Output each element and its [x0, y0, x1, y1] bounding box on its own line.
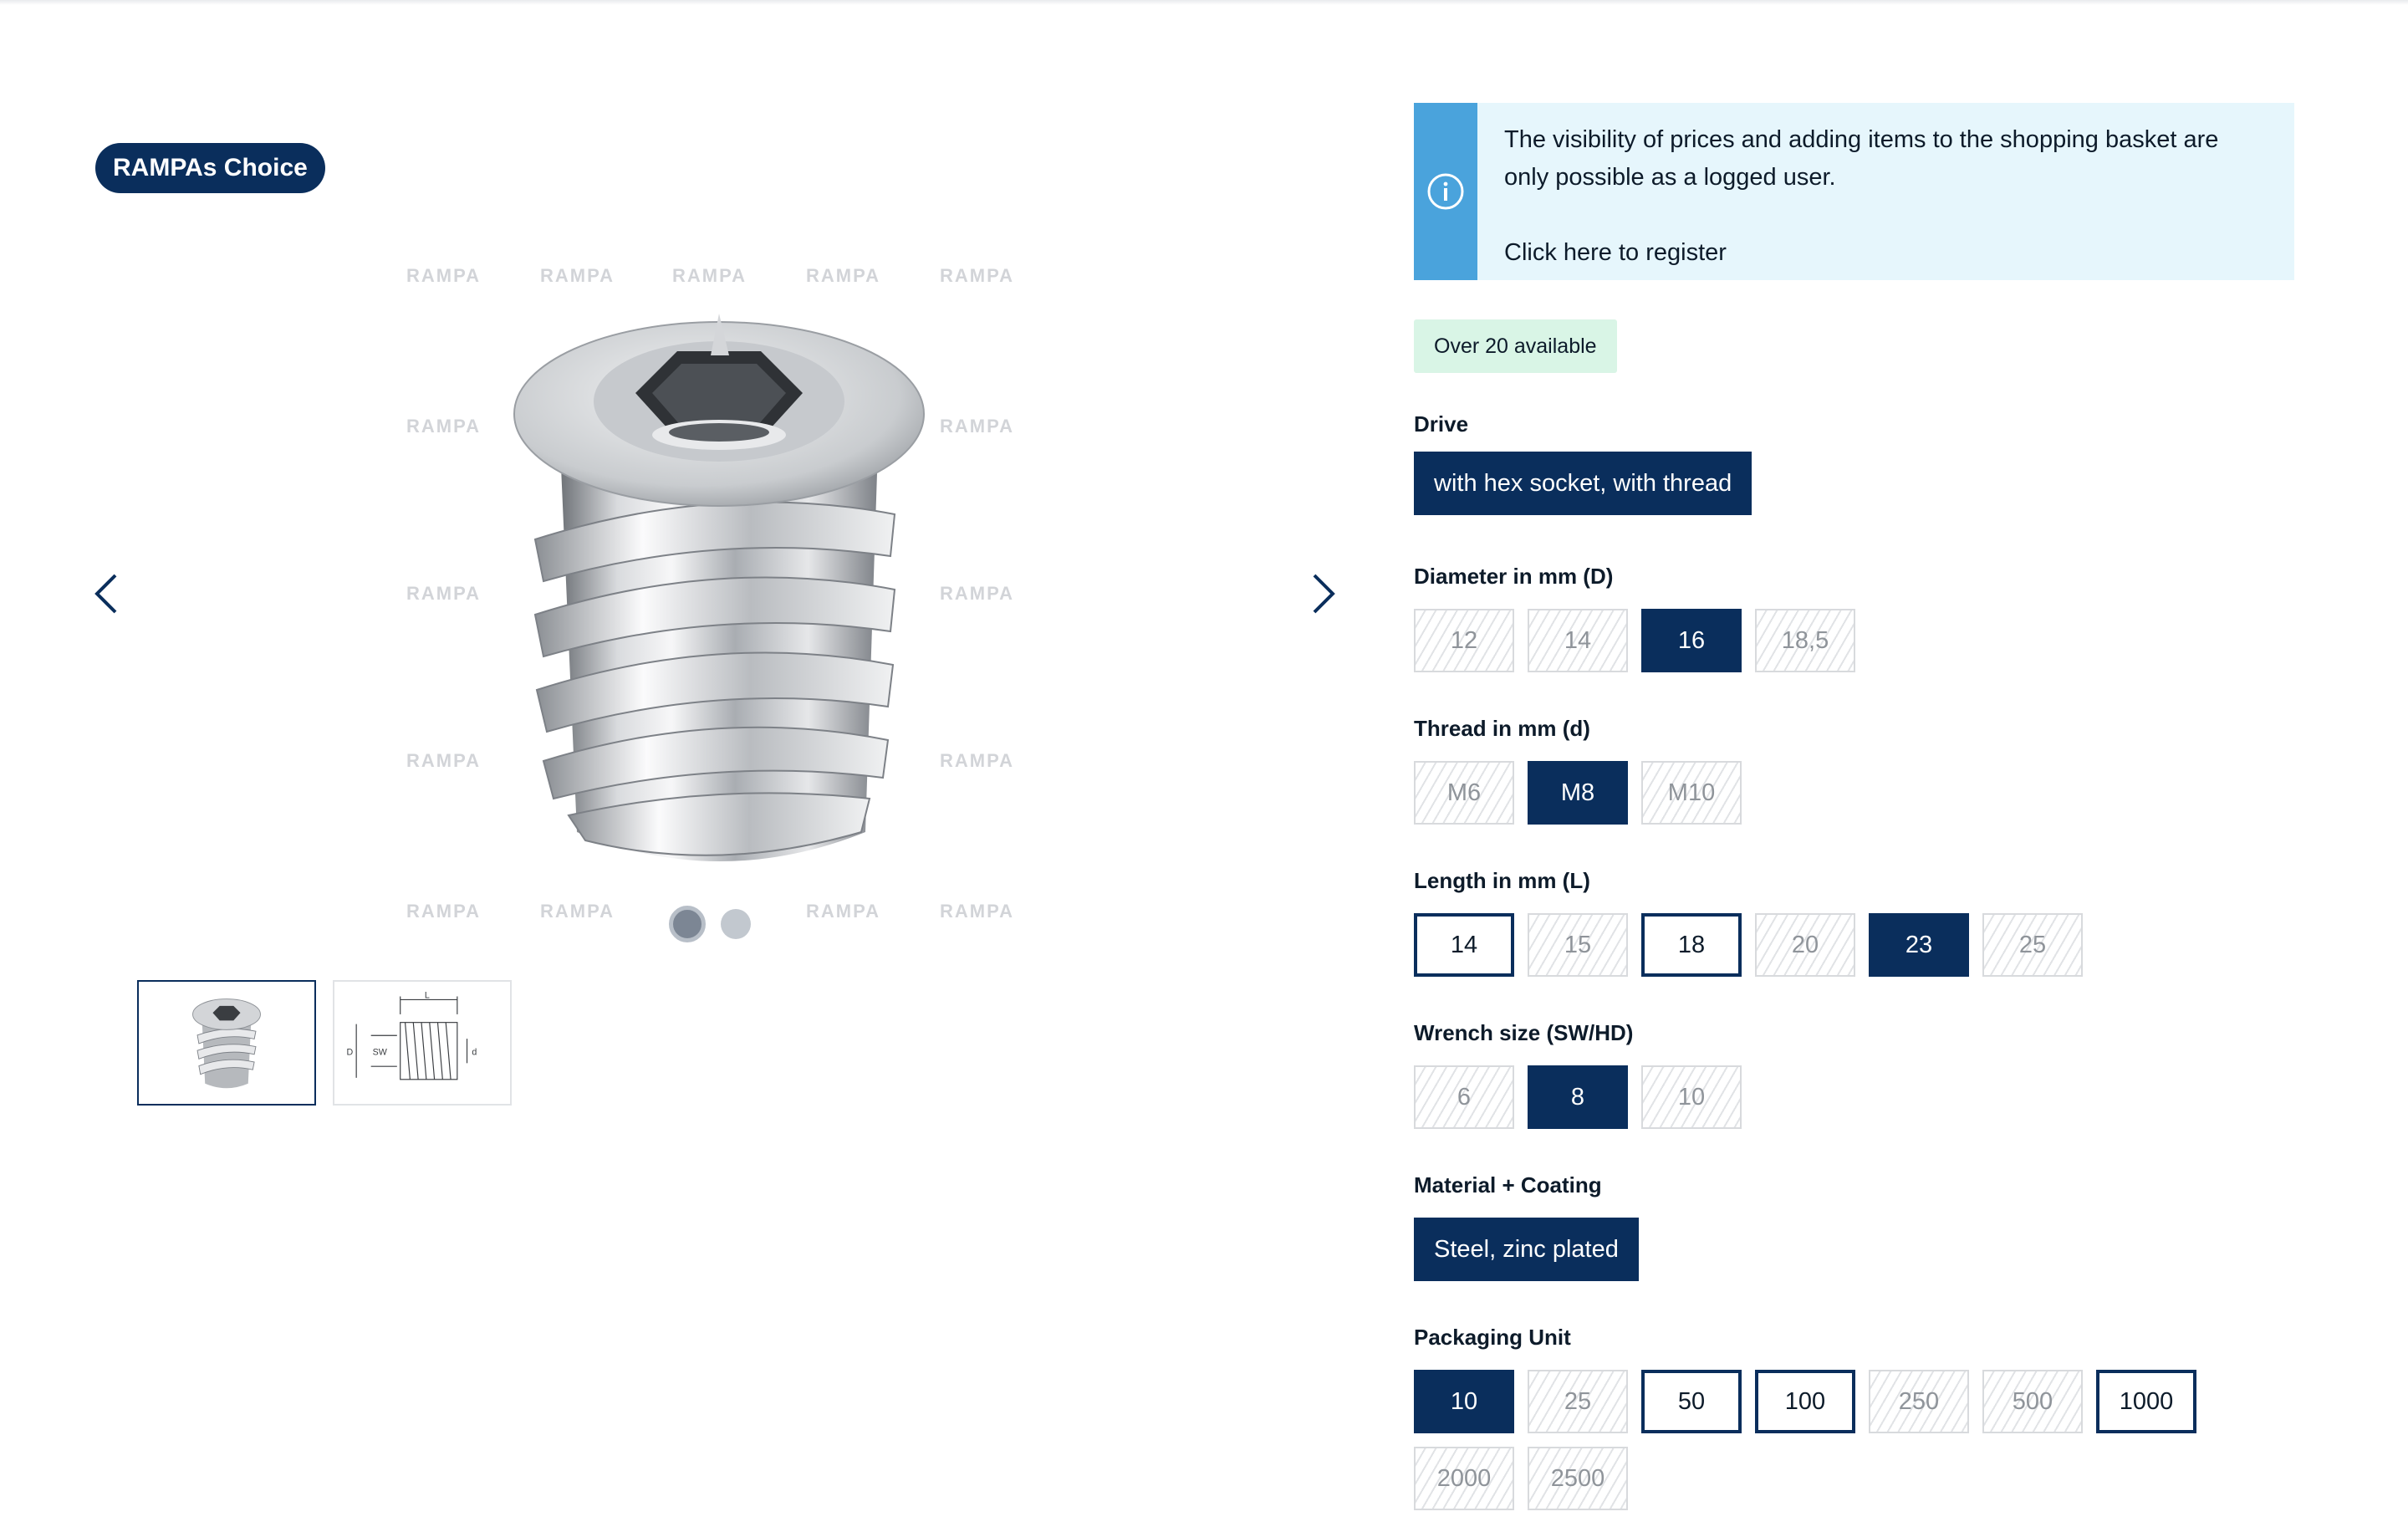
- dimension-label-l: L: [425, 990, 430, 1000]
- wrench-size-label: Wrench size (SW/HD): [1414, 1020, 1634, 1045]
- diameter-option[interactable]: 18,5: [1755, 609, 1855, 672]
- drive-label: Drive: [1414, 411, 1469, 437]
- diameter-option-group: Diameter in mm (D) 12 14 16 18,5: [1414, 564, 2250, 672]
- chevron-left-icon: [94, 574, 117, 614]
- packaging-option-group: Packaging Unit 10 25 50 100 250 500 1000…: [1414, 1325, 2250, 1510]
- thumbnail-photo[interactable]: [137, 980, 316, 1106]
- watermark: RAMPA: [406, 583, 482, 604]
- diameter-option[interactable]: 14: [1528, 609, 1628, 672]
- watermark: RAMPA: [940, 901, 1015, 922]
- thread-option[interactable]: M10: [1641, 761, 1742, 825]
- wrench-size-option[interactable]: 10: [1641, 1065, 1742, 1129]
- wrench-size-option-selected[interactable]: 8: [1528, 1065, 1628, 1129]
- packaging-option[interactable]: 1000: [2096, 1370, 2196, 1433]
- diameter-label: Diameter in mm (D): [1414, 564, 1614, 589]
- watermark: RAMPA: [806, 901, 881, 922]
- material-option-steel[interactable]: Steel, zinc plated: [1414, 1218, 1639, 1281]
- watermark: RAMPA: [540, 901, 615, 922]
- length-option[interactable]: 25: [1982, 913, 2083, 977]
- watermark: RAMPA: [406, 901, 482, 922]
- threaded-insert-illustration: [510, 289, 928, 891]
- length-option[interactable]: 14: [1414, 913, 1514, 977]
- packaging-option[interactable]: 50: [1641, 1370, 1742, 1433]
- watermark: RAMPA: [672, 265, 747, 286]
- watermark: RAMPA: [540, 265, 615, 286]
- watermark: RAMPA: [406, 265, 482, 286]
- length-option-selected[interactable]: 23: [1869, 913, 1969, 977]
- product-image: RAMPA RAMPA RAMPA RAMPA RAMPA RAMPA RAMP…: [401, 255, 1037, 924]
- gallery-next-button[interactable]: [1296, 569, 1346, 619]
- packaging-option[interactable]: 25: [1528, 1370, 1628, 1433]
- gallery-prev-button[interactable]: [84, 569, 134, 619]
- watermark: RAMPA: [940, 416, 1015, 437]
- thread-label: Thread in mm (d): [1414, 716, 1590, 741]
- info-icon: [1427, 173, 1464, 210]
- thread-option[interactable]: M6: [1414, 761, 1514, 825]
- thread-option-selected[interactable]: M8: [1528, 761, 1628, 825]
- packaging-option[interactable]: 2500: [1528, 1447, 1628, 1510]
- thumbnail-strip: L D SW d: [137, 980, 512, 1106]
- packaging-option[interactable]: 100: [1755, 1370, 1855, 1433]
- diameter-option[interactable]: 12: [1414, 609, 1514, 672]
- material-label: Material + Coating: [1414, 1172, 1602, 1198]
- register-link[interactable]: Click here to register: [1504, 234, 1727, 272]
- length-option[interactable]: 15: [1528, 913, 1628, 977]
- watermark: RAMPA: [940, 583, 1015, 604]
- length-option[interactable]: 20: [1755, 913, 1855, 977]
- packaging-option[interactable]: 500: [1982, 1370, 2083, 1433]
- wrench-size-option[interactable]: 6: [1414, 1065, 1514, 1129]
- notice-body: The visibility of prices and adding item…: [1477, 103, 2257, 280]
- gallery-dot-2[interactable]: [721, 909, 751, 939]
- packaging-label: Packaging Unit: [1414, 1325, 1571, 1350]
- packaging-option[interactable]: 250: [1869, 1370, 1969, 1433]
- drive-option-hex-socket[interactable]: with hex socket, with thread: [1414, 452, 1752, 515]
- insert-thumbnail-image: [192, 998, 261, 1089]
- dimension-label-sw: SW: [373, 1048, 388, 1058]
- watermark: RAMPA: [806, 265, 881, 286]
- login-notice: The visibility of prices and adding item…: [1414, 103, 2294, 280]
- watermark: RAMPA: [406, 416, 482, 437]
- dimension-label-d-lower: d: [472, 1048, 477, 1058]
- packaging-option-selected[interactable]: 10: [1414, 1370, 1514, 1433]
- diameter-option-selected[interactable]: 16: [1641, 609, 1742, 672]
- watermark: RAMPA: [406, 750, 482, 771]
- dimension-label-d-upper: D: [346, 1048, 353, 1058]
- notice-icon-bar: [1414, 103, 1477, 280]
- wrench-size-option-group: Wrench size (SW/HD) 6 8 10: [1414, 1020, 2250, 1129]
- packaging-option[interactable]: 2000: [1414, 1447, 1514, 1510]
- thumbnail-technical-drawing[interactable]: L D SW d: [333, 980, 512, 1106]
- gallery-dot-1[interactable]: [669, 906, 706, 942]
- header-shadow: [0, 0, 2408, 5]
- notice-text: The visibility of prices and adding item…: [1504, 126, 2219, 191]
- chevron-right-icon: [1313, 574, 1335, 614]
- drive-option-group: Drive with hex socket, with thread: [1414, 411, 2250, 515]
- material-option-group: Material + Coating Steel, zinc plated: [1414, 1172, 2250, 1281]
- gallery-pagination: [669, 906, 751, 942]
- length-option-group: Length in mm (L) 14 15 18 20 23 25: [1414, 868, 2250, 977]
- rampas-choice-badge: RAMPAs Choice: [95, 143, 325, 193]
- stock-availability-badge: Over 20 available: [1414, 319, 1617, 373]
- length-option[interactable]: 18: [1641, 913, 1742, 977]
- technical-drawing-image: L D SW d: [346, 990, 477, 1080]
- watermark: RAMPA: [940, 265, 1015, 286]
- thread-option-group: Thread in mm (d) M6 M8 M10: [1414, 716, 2250, 825]
- watermark: RAMPA: [940, 750, 1015, 771]
- length-label: Length in mm (L): [1414, 868, 1590, 893]
